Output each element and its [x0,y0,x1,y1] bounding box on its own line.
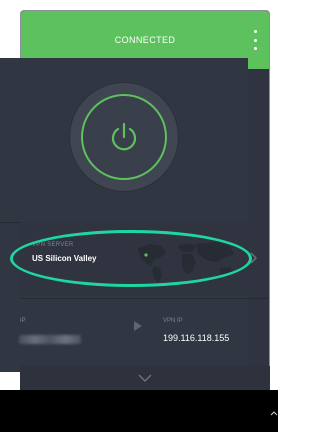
power-button[interactable] [69,82,179,192]
arrow-right-icon [134,321,142,331]
caret-up-icon[interactable] [270,410,278,416]
vpn-ip-label: VPN IP [163,318,183,324]
world-map-icon [138,242,234,283]
vpn-server-value: US Silicon Valley [32,254,97,263]
vpn-ip-value: 199.116.118.155 [163,333,230,343]
divider [20,298,268,299]
screenshot-frame: CONNECTED VPN SERVER US Silicon Valley I… [0,0,278,432]
more-options-icon[interactable] [249,30,261,50]
ip-value-redacted [19,335,81,344]
power-icon [111,122,137,151]
vpn-server-label: VPN SERVER [32,242,74,248]
desktop-background [0,390,278,432]
chevron-down-icon[interactable] [138,374,152,382]
ip-label: IP [20,318,26,324]
power-ring [81,94,167,180]
chevron-right-icon [250,252,257,264]
vpn-server-selector[interactable]: VPN SERVER US Silicon Valley [20,222,268,296]
